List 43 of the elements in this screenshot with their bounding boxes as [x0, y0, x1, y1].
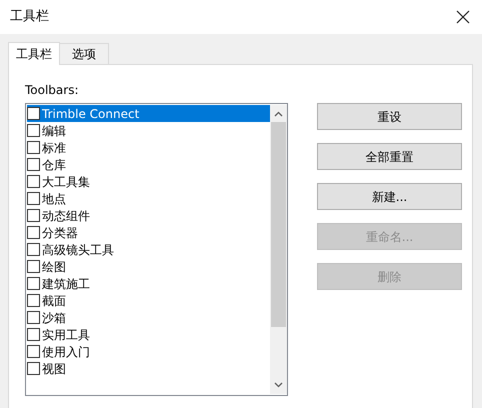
toolbar-item[interactable]: Trimble Connect [27, 105, 270, 122]
toolbar-item[interactable]: 编辑 [27, 122, 270, 139]
checkbox[interactable] [27, 277, 40, 290]
toolbar-item[interactable]: 动态组件 [27, 207, 270, 224]
toolbar-item[interactable]: 截面 [27, 292, 270, 309]
toolbar-item[interactable]: 分类器 [27, 224, 270, 241]
toolbar-item[interactable]: 视图 [27, 360, 270, 377]
checkbox[interactable] [27, 260, 40, 273]
toolbar-item[interactable]: 大工具集 [27, 173, 270, 190]
toolbars-label: Toolbars: [25, 82, 80, 99]
checkbox[interactable] [27, 311, 40, 324]
checkbox[interactable] [27, 158, 40, 171]
toolbar-item[interactable]: 地点 [27, 190, 270, 207]
dialog-button[interactable]: 新建... [317, 183, 462, 210]
toolbar-item[interactable]: 高级镜头工具 [27, 241, 270, 258]
checkbox[interactable] [27, 192, 40, 205]
checkbox[interactable] [27, 175, 40, 188]
checkbox[interactable] [27, 226, 40, 239]
toolbar-item[interactable]: 标准 [27, 139, 270, 156]
checkbox[interactable] [27, 294, 40, 307]
scrollbar[interactable] [270, 105, 287, 394]
checkbox[interactable] [27, 328, 40, 341]
checkbox[interactable] [27, 209, 40, 222]
toolbar-item[interactable]: 沙箱 [27, 309, 270, 326]
checkbox[interactable] [27, 124, 40, 137]
tab[interactable]: 选项 [60, 43, 109, 64]
scroll-up-icon [274, 111, 283, 117]
window-title: 工具栏 [10, 8, 49, 26]
dialog-button[interactable]: 全部重置 [317, 143, 462, 170]
dialog-button[interactable]: 重设 [317, 103, 462, 130]
close-icon [456, 10, 470, 24]
checkbox[interactable] [27, 362, 40, 375]
toolbar-item[interactable]: 使用入门 [27, 343, 270, 360]
checkbox[interactable] [27, 141, 40, 154]
tab[interactable]: 工具栏 [8, 42, 60, 65]
toolbar-item[interactable]: 建筑施工 [27, 275, 270, 292]
toolbar-item[interactable]: 绘图 [27, 258, 270, 275]
checkbox[interactable] [27, 345, 40, 358]
checkbox[interactable] [27, 243, 40, 256]
checkbox[interactable] [27, 107, 40, 120]
scroll-down-icon [274, 382, 283, 388]
toolbar-item[interactable]: 实用工具 [27, 326, 270, 343]
toolbar-item[interactable]: 仓库 [27, 156, 270, 173]
